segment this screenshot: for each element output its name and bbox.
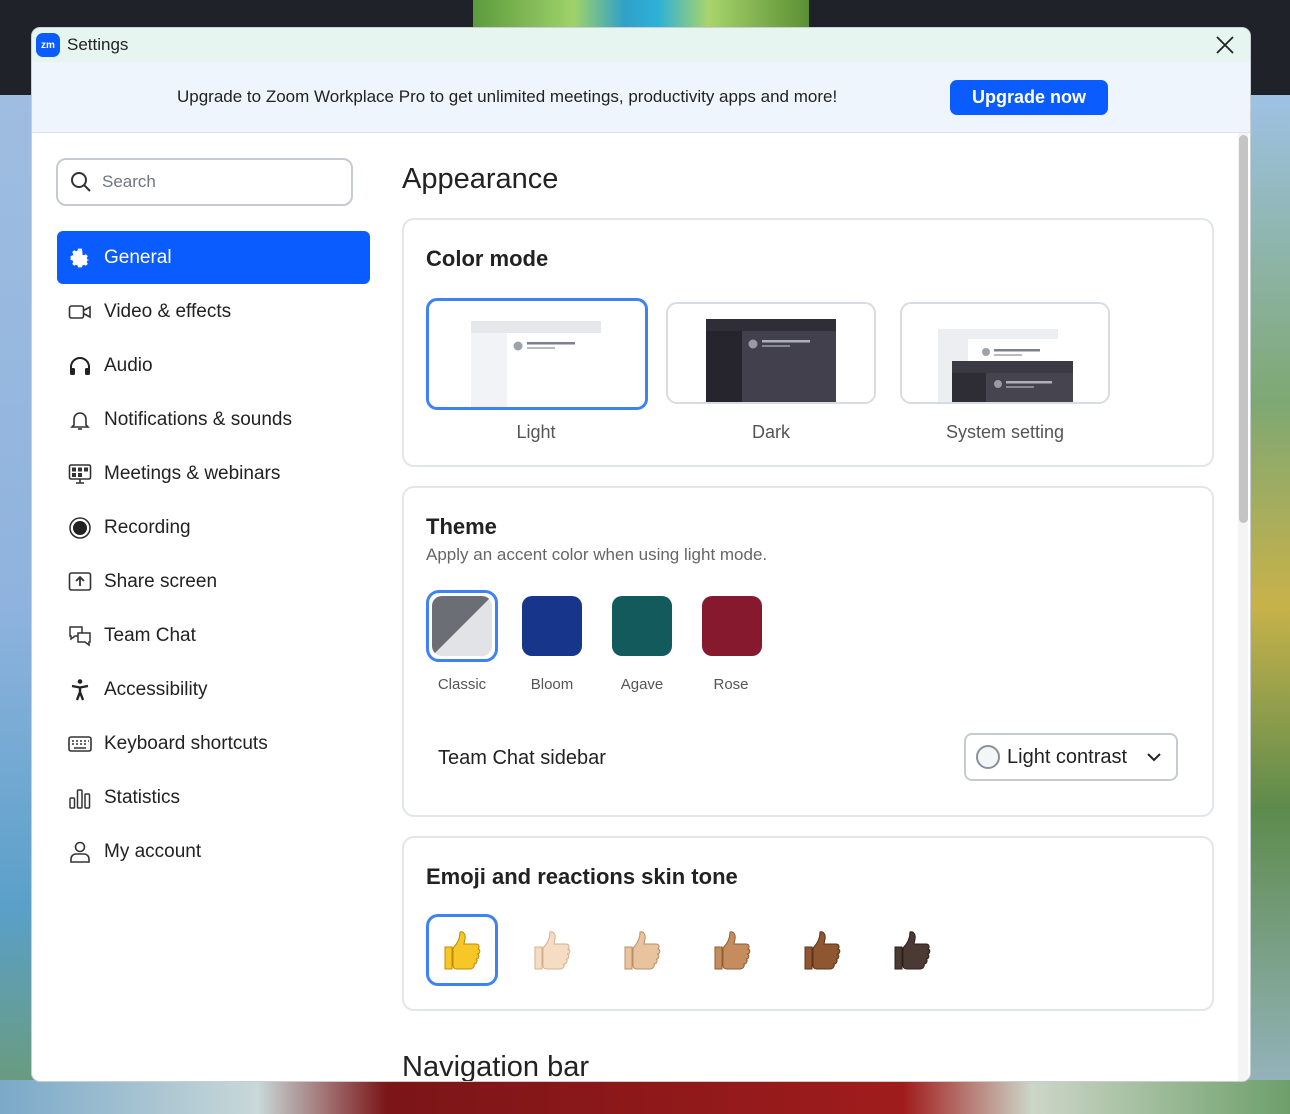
thumbs-up-icon [894,931,931,970]
desktop-background-bottom [0,1080,1290,1114]
emoji-skin-tone-card: Emoji and reactions skin tone [402,836,1214,1011]
theme-swatch-label: Rose [713,676,749,693]
page-title: Appearance [402,163,559,195]
theme-swatch-label: Classic [437,676,487,693]
close-icon [1216,36,1234,54]
settings-sidebar: General Video & effects Audio [32,133,382,1081]
theme-swatch-label: Agave [620,676,664,693]
light-contrast-swatch-icon [976,745,1000,769]
search-input[interactable] [102,172,332,192]
color-mode-light-option[interactable] [426,298,648,410]
theme-card: Theme Apply an accent color when using l… [402,486,1214,817]
theme-swatch-classic[interactable] [432,596,492,656]
thumbs-up-icon [534,931,571,970]
background-video-feed [473,0,809,30]
sidebar-item-general[interactable]: General [57,231,370,284]
sidebar-item-team-chat[interactable]: Team Chat [57,609,370,662]
skin-tone-medium-dark[interactable] [786,914,858,986]
team-chat-sidebar-value: Light contrast [1007,745,1128,768]
sidebar-item-label: Recording [104,516,191,538]
light-mode-preview [471,321,601,407]
search-box[interactable] [56,158,353,206]
headphones-icon [67,353,93,379]
settings-content: Appearance Color mode Light Dark System … [402,133,1214,1081]
theme-swatch-rose[interactable] [702,596,762,656]
sidebar-item-label: Keyboard shortcuts [104,732,268,754]
skin-tone-light[interactable] [516,914,588,986]
theme-swatch-bloom[interactable] [522,596,582,656]
sidebar-item-share-screen[interactable]: Share screen [57,555,370,608]
color-mode-card: Color mode Light Dark System setting [402,218,1214,467]
close-button[interactable] [1214,34,1236,56]
upgrade-banner-text: Upgrade to Zoom Workplace Pro to get unl… [177,87,838,106]
sidebar-item-label: Audio [104,354,153,376]
chat-bubbles-icon [67,623,93,649]
sidebar-item-label: Share screen [104,570,218,592]
thumbs-up-icon [624,931,661,970]
classic-theme-preview [432,596,492,656]
thumbs-up-icon [714,931,751,970]
video-camera-icon [67,299,93,325]
sidebar-item-label: Video & effects [104,300,232,322]
sidebar-item-meetings-webinars[interactable]: Meetings & webinars [57,447,370,500]
color-mode-title: Color mode [426,246,549,271]
sidebar-item-label: Accessibility [104,678,208,700]
title-bar: zm Settings [32,28,1250,62]
gear-icon [67,245,93,271]
sidebar-item-recording[interactable]: Recording [57,501,370,554]
sidebar-item-label: Statistics [104,786,181,808]
team-chat-sidebar-dropdown[interactable]: Light contrast [964,733,1178,781]
sidebar-item-label: My account [104,840,202,862]
skin-tone-default[interactable] [426,914,498,986]
sidebar-item-statistics[interactable]: Statistics [57,771,370,824]
sidebar-item-video-effects[interactable]: Video & effects [57,285,370,338]
theme-swatch-label: Bloom [530,676,574,693]
meetings-monitor-icon [67,461,93,487]
content-scrollbar[interactable] [1238,133,1248,1081]
sidebar-item-label: General [104,246,172,268]
chevron-down-icon [1147,753,1161,762]
skin-tone-dark[interactable] [876,914,948,986]
skin-tone-medium-light[interactable] [606,914,678,986]
sidebar-item-label: Team Chat [104,624,196,646]
color-mode-system-option[interactable] [900,302,1110,404]
color-mode-light-label: Light [516,422,556,442]
sidebar-item-label: Notifications & sounds [104,408,292,430]
sidebar-nav: General Video & effects Audio Notificati… [57,231,370,879]
sidebar-item-keyboard-shortcuts[interactable]: Keyboard shortcuts [57,717,370,770]
window-title: Settings [67,35,129,54]
sidebar-item-my-account[interactable]: My account [57,825,370,878]
color-mode-dark-option[interactable] [666,302,876,404]
zoom-logo-icon: zm [36,33,60,57]
system-mode-preview [938,329,1073,402]
thumbs-up-icon [804,931,841,970]
accessibility-icon [67,677,93,703]
color-mode-dark-label: Dark [751,422,790,442]
keyboard-icon [67,731,93,757]
settings-window: zm Settings Upgrade to Zoom Workplace Pr… [32,28,1250,1081]
share-screen-icon [67,569,93,595]
record-icon [67,515,93,541]
user-icon [67,839,93,865]
theme-subtitle: Apply an accent color when using light m… [426,545,768,564]
search-icon [71,172,91,192]
upgrade-now-button[interactable]: Upgrade now [950,80,1108,115]
theme-title: Theme [426,514,497,539]
navigation-bar-section-title: Navigation bar [402,1051,589,1081]
theme-swatch-agave[interactable] [612,596,672,656]
scrollbar-thumb[interactable] [1239,135,1248,523]
sidebar-item-label: Meetings & webinars [104,462,281,484]
upgrade-banner: Upgrade to Zoom Workplace Pro to get unl… [32,62,1250,133]
bell-icon [67,407,93,433]
sidebar-item-notifications-sounds[interactable]: Notifications & sounds [57,393,370,446]
sidebar-item-accessibility[interactable]: Accessibility [57,663,370,716]
dark-mode-preview [706,319,836,402]
bar-chart-icon [67,785,93,811]
emoji-skin-tone-title: Emoji and reactions skin tone [426,864,738,889]
team-chat-sidebar-label: Team Chat sidebar [438,747,606,769]
color-mode-system-label: System setting [945,422,1065,442]
skin-tone-medium[interactable] [696,914,768,986]
thumbs-up-icon [444,931,481,970]
sidebar-item-audio[interactable]: Audio [57,339,370,392]
